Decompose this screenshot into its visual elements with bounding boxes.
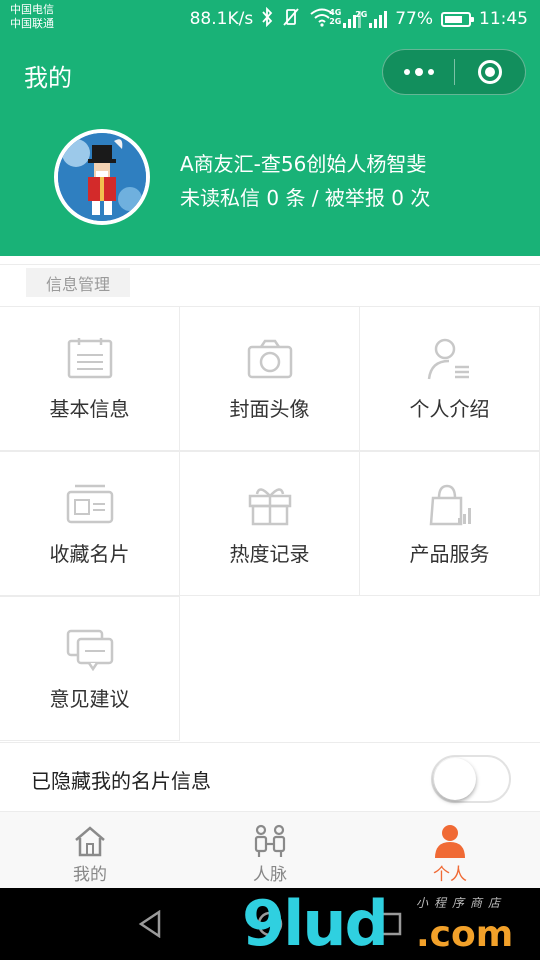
feedback-chat-icon — [65, 627, 115, 672]
section-divider — [0, 264, 540, 265]
avatar[interactable] — [54, 129, 150, 225]
camera-icon — [245, 337, 295, 381]
grid-item-basic-info[interactable]: 基本信息 — [0, 306, 180, 451]
battery-percent: 77% — [395, 9, 433, 29]
sim2-type: 2G — [355, 10, 368, 19]
tab-personal[interactable]: 个人 — [360, 812, 540, 888]
close-target-icon[interactable] — [455, 50, 525, 94]
grid-item-label: 基本信息 — [49, 397, 130, 421]
status-icons: 88.1K/s 4G 2G 2G 77% 11:45 — [190, 0, 528, 38]
document-icon — [65, 337, 115, 381]
battery-icon — [441, 11, 474, 27]
grid-item-label: 意见建议 — [49, 687, 130, 711]
back-icon[interactable] — [130, 908, 170, 940]
grid-item-label: 封面头像 — [229, 397, 310, 421]
hide-card-label: 已隐藏我的名片信息 — [31, 769, 211, 793]
watermark-main: 9lud — [242, 887, 389, 960]
watermark-tagline: 小程序商店 — [416, 896, 507, 910]
tab-label: 人脉 — [253, 865, 287, 885]
tab-contacts[interactable]: 人脉 — [180, 812, 360, 888]
person-card-icon — [425, 337, 475, 381]
hide-card-setting: 已隐藏我的名片信息 — [0, 742, 540, 812]
carrier-2: 中国联通 — [10, 17, 54, 30]
tab-label: 个人 — [433, 865, 467, 885]
shopping-bag-chart-icon — [425, 482, 475, 526]
tab-home[interactable]: 我的 — [0, 812, 180, 888]
hide-card-toggle[interactable] — [431, 755, 511, 803]
sim1-type: 4G — [329, 8, 342, 17]
watermark-suffix: .com — [416, 914, 514, 955]
page-title: 我的 — [24, 64, 72, 92]
carrier-names: 中国电信 中国联通 — [10, 3, 54, 31]
profile-name: A商友汇-查56创始人杨智斐 — [180, 152, 427, 176]
bottom-tab-bar: 我的 人脉 个人 — [0, 812, 540, 888]
miniprogram-capsule — [382, 49, 526, 95]
grid-item-label: 热度记录 — [229, 542, 310, 566]
grid-item-label: 个人介绍 — [409, 397, 490, 421]
grid-item-heat-records[interactable]: 热度记录 — [180, 451, 360, 596]
grid-item-cover-avatar[interactable]: 封面头像 — [180, 306, 360, 451]
person-icon — [432, 824, 468, 858]
section-label: 信息管理 — [26, 268, 130, 297]
net-speed: 88.1K/s — [189, 9, 254, 29]
grid-item-saved-cards[interactable]: 收藏名片 — [0, 451, 180, 596]
grid-item-products[interactable]: 产品服务 — [360, 451, 540, 596]
home-icon — [72, 824, 108, 858]
profile-stats: 未读私信 0 条 / 被举报 0 次 — [180, 186, 431, 210]
info-management-grid: 基本信息 封面头像 个人介绍 收藏名片 热度记录 产品服务 意见建议 — [0, 306, 540, 742]
clock: 11:45 — [479, 9, 528, 29]
carrier-1: 中国电信 — [10, 3, 54, 16]
site-watermark: 9lud 小程序商店 .com — [238, 888, 540, 960]
toggle-knob — [434, 758, 476, 800]
profile-header: 我的 A商友汇-查56创始人杨智斐 未读私信 0 条 / 被举报 0 次 — [0, 38, 540, 256]
gift-box-icon — [245, 482, 295, 526]
vibrate-off-icon — [281, 7, 301, 32]
grid-item-feedback[interactable]: 意见建议 — [0, 596, 180, 741]
bluetooth-icon — [261, 6, 273, 32]
grid-item-introduction[interactable]: 个人介绍 — [360, 306, 540, 451]
grid-item-label: 产品服务 — [409, 542, 490, 566]
signal-sim2-icon: 2G — [355, 10, 388, 28]
more-dots-icon[interactable] — [383, 50, 454, 94]
grid-item-label: 收藏名片 — [49, 542, 130, 566]
contacts-icon — [252, 824, 288, 858]
status-bar: 中国电信 中国联通 88.1K/s 4G 2G 2G 77% 11:45 — [0, 0, 540, 38]
tab-label: 我的 — [73, 865, 107, 885]
wallet-card-icon — [65, 482, 115, 526]
